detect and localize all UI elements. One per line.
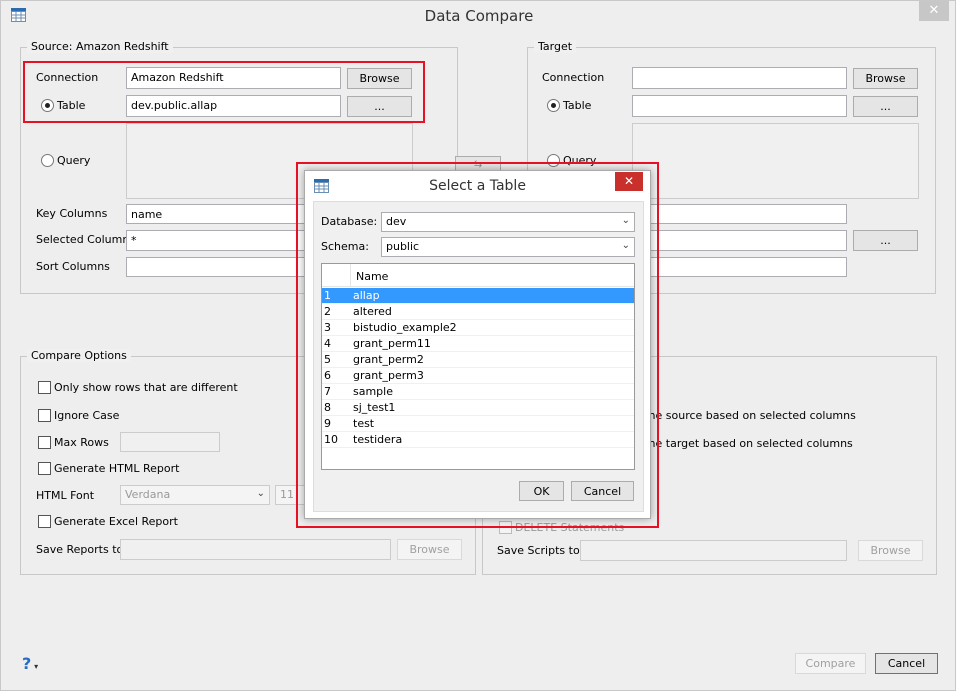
target-table-label: Table xyxy=(563,99,592,112)
save-scripts-browse-button[interactable]: Browse xyxy=(858,540,923,561)
target-table-input[interactable] xyxy=(632,95,847,117)
help-icon: ? xyxy=(22,654,32,673)
target-connection-input[interactable] xyxy=(632,67,847,89)
compare-options-legend: Compare Options xyxy=(27,349,131,362)
gen-html-label: Generate HTML Report xyxy=(54,462,180,475)
html-font-label: HTML Font xyxy=(36,489,95,502)
selected-columns-label: Selected Columns xyxy=(36,233,136,246)
target-selected-columns-input[interactable] xyxy=(632,230,847,251)
target-connection-label: Connection xyxy=(542,71,605,84)
cancel-button[interactable]: Cancel xyxy=(875,653,938,674)
only-diff-label: Only show rows that are different xyxy=(54,381,238,394)
source-query-radio[interactable] xyxy=(41,154,54,167)
gen-excel-label: Generate Excel Report xyxy=(54,515,178,528)
save-scripts-input[interactable] xyxy=(580,540,847,561)
html-font-value: Verdana xyxy=(125,488,171,501)
save-scripts-label: Save Scripts to xyxy=(497,544,580,557)
target-script-option-label: s the target based on selected columns xyxy=(635,437,853,450)
help-button[interactable]: ? ▾ xyxy=(22,654,38,673)
only-diff-checkbox[interactable] xyxy=(38,381,51,394)
max-rows-input[interactable] xyxy=(120,432,220,452)
close-button[interactable]: ✕ xyxy=(919,1,949,21)
max-rows-label: Max Rows xyxy=(54,436,109,449)
source-query-label: Query xyxy=(57,154,91,167)
key-columns-label: Key Columns xyxy=(36,207,108,220)
save-reports-label: Save Reports to xyxy=(36,543,124,556)
chevron-down-icon: ⌄ xyxy=(256,488,265,499)
save-reports-browse-button[interactable]: Browse xyxy=(397,539,462,560)
gen-excel-checkbox[interactable] xyxy=(38,515,51,528)
target-browse-button[interactable]: Browse xyxy=(853,68,918,89)
max-rows-checkbox[interactable] xyxy=(38,436,51,449)
dialog-highlight-box xyxy=(296,162,659,528)
highlight-box xyxy=(23,61,425,123)
gen-html-checkbox[interactable] xyxy=(38,462,51,475)
html-font-select[interactable]: Verdana ⌄ xyxy=(120,485,270,505)
target-query-textarea[interactable] xyxy=(632,123,919,199)
sort-columns-label: Sort Columns xyxy=(36,260,110,273)
source-script-option-label: s the source based on selected columns xyxy=(635,409,856,422)
source-legend: Source: Amazon Redshift xyxy=(27,40,173,53)
target-sort-columns-input[interactable] xyxy=(632,257,847,277)
compare-button[interactable]: Compare xyxy=(795,653,866,674)
target-key-columns-input[interactable] xyxy=(632,204,847,224)
target-table-picker-button[interactable]: ... xyxy=(853,96,918,117)
target-legend: Target xyxy=(534,40,577,53)
ignore-case-label: Ignore Case xyxy=(54,409,120,422)
save-reports-input[interactable] xyxy=(120,539,391,560)
target-table-radio[interactable] xyxy=(547,99,560,112)
window-title: Data Compare xyxy=(424,7,534,25)
target-selected-columns-button[interactable]: ... xyxy=(853,230,918,251)
ignore-case-checkbox[interactable] xyxy=(38,409,51,422)
